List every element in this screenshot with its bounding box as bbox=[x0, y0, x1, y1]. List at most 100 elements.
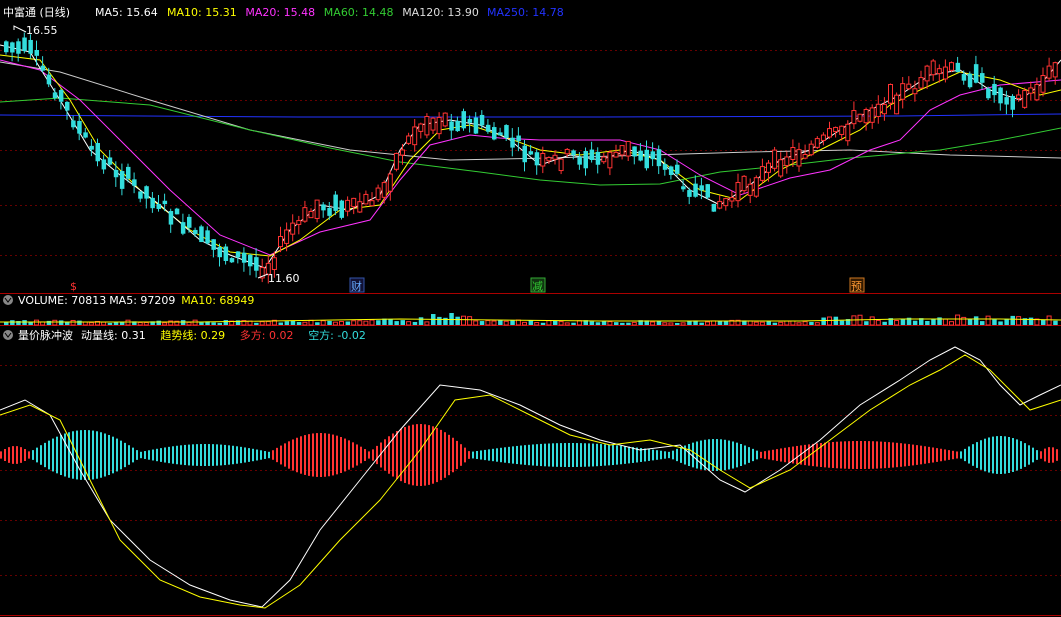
candle-body-up bbox=[375, 187, 381, 201]
ma-legend-item: MA120: 13.90 bbox=[402, 6, 479, 19]
candle-body-up bbox=[357, 201, 363, 213]
event-marker-forecast[interactable]: 预 bbox=[851, 280, 862, 293]
event-marker-dividend[interactable]: $ bbox=[70, 280, 77, 293]
candle-body-down bbox=[333, 194, 338, 211]
candle-body-up bbox=[424, 116, 430, 136]
candle-body-up bbox=[778, 159, 784, 177]
volume-bar bbox=[626, 322, 631, 325]
volume-bar bbox=[973, 316, 979, 325]
indicator-legend-item: 动量线: 0.31 bbox=[81, 328, 146, 342]
candle-body-down bbox=[1010, 95, 1015, 110]
volume-bar bbox=[461, 315, 466, 326]
candle-body-up bbox=[442, 112, 448, 127]
candle-body-down bbox=[504, 125, 509, 138]
candle-body-up bbox=[741, 175, 747, 192]
volume-bar bbox=[52, 319, 58, 326]
volume-bar bbox=[546, 320, 552, 326]
volume-bar bbox=[839, 320, 845, 325]
volume-bar bbox=[717, 321, 723, 325]
volume-bar bbox=[802, 321, 808, 326]
volume-bar bbox=[339, 321, 344, 326]
volume-bar bbox=[942, 318, 948, 326]
volume-bar bbox=[1004, 318, 1009, 325]
volume-bar bbox=[931, 319, 936, 325]
candle-body-up bbox=[351, 197, 357, 208]
volume-bar bbox=[571, 322, 576, 325]
volume-bar bbox=[180, 320, 186, 325]
ma60-line bbox=[0, 97, 1061, 186]
candle-body-down bbox=[699, 185, 704, 191]
candle-body-down bbox=[168, 211, 174, 225]
volume-bar bbox=[985, 315, 991, 326]
volume-bar bbox=[498, 320, 503, 325]
ma5-line bbox=[0, 44, 1061, 269]
candle-body-down bbox=[180, 222, 186, 234]
volume-bar bbox=[711, 320, 717, 326]
volume-bar bbox=[199, 322, 204, 325]
candle-body-up bbox=[1052, 62, 1058, 78]
candle-body-down bbox=[65, 101, 70, 111]
volume-bar bbox=[784, 320, 790, 326]
volume-bar bbox=[162, 322, 168, 326]
candle-body-down bbox=[473, 117, 479, 134]
volume-bar bbox=[614, 322, 619, 325]
candle-body-down bbox=[77, 120, 82, 134]
candle-body-up bbox=[278, 236, 283, 248]
volume-bar bbox=[687, 321, 692, 325]
volume-bar bbox=[558, 321, 564, 326]
volume-bar bbox=[528, 320, 534, 325]
volume-bar bbox=[833, 316, 839, 325]
volume-bar bbox=[827, 316, 832, 326]
candle-body-down bbox=[162, 200, 168, 205]
volume-bar bbox=[394, 321, 399, 325]
indicator-collapse-icon[interactable] bbox=[3, 330, 13, 340]
candle-body-down bbox=[101, 159, 107, 170]
candle-body-up bbox=[894, 94, 900, 115]
candle-body-down bbox=[961, 74, 967, 81]
volume-bar bbox=[772, 322, 778, 325]
candle-body-down bbox=[40, 65, 46, 71]
candle-body-up bbox=[912, 88, 918, 95]
candle-body-down bbox=[516, 135, 521, 142]
volume-bar bbox=[540, 322, 546, 325]
volume-bar bbox=[912, 320, 918, 325]
candle-body-down bbox=[589, 149, 595, 161]
volume-bar bbox=[186, 321, 192, 326]
volume-bar bbox=[443, 317, 448, 325]
volume-bar bbox=[1016, 316, 1022, 326]
candle-body-up bbox=[418, 123, 424, 132]
candle-body-down bbox=[467, 118, 473, 123]
volume-bar bbox=[992, 319, 997, 325]
volume-bar bbox=[949, 321, 954, 326]
volume-bar bbox=[254, 322, 259, 325]
volume-bar bbox=[412, 321, 418, 325]
candle-body-up bbox=[851, 110, 857, 125]
volume-bar bbox=[753, 321, 759, 326]
candle-body-down bbox=[687, 190, 692, 197]
volume-bar bbox=[650, 321, 656, 326]
event-marker-reduce[interactable]: 减 bbox=[532, 280, 543, 293]
volume-bar bbox=[137, 321, 143, 326]
candle-body-up bbox=[363, 193, 369, 205]
candle-body-down bbox=[223, 246, 229, 261]
volume-bar bbox=[156, 320, 161, 325]
volume-collapse-icon[interactable] bbox=[3, 295, 13, 305]
candle-body-down bbox=[4, 41, 9, 53]
candle-body-down bbox=[174, 208, 180, 215]
volume-bar bbox=[967, 318, 973, 325]
volume-bar bbox=[70, 319, 76, 326]
event-marker-finance[interactable]: 财 bbox=[351, 279, 362, 293]
candle-body-down bbox=[321, 204, 326, 211]
volume-bar bbox=[467, 316, 473, 326]
candle-body-down bbox=[510, 137, 515, 148]
candle-body-down bbox=[211, 239, 216, 250]
candle-body-up bbox=[290, 222, 296, 235]
candle-body-down bbox=[980, 73, 985, 83]
volume-bar bbox=[418, 317, 424, 325]
candle-body-down bbox=[199, 226, 204, 243]
candle-body-down bbox=[156, 203, 161, 209]
candle-body-up bbox=[540, 152, 546, 167]
candle-body-down bbox=[52, 92, 58, 99]
candle-body-up bbox=[613, 151, 619, 158]
ma-legend-item: MA250: 14.78 bbox=[487, 6, 564, 19]
